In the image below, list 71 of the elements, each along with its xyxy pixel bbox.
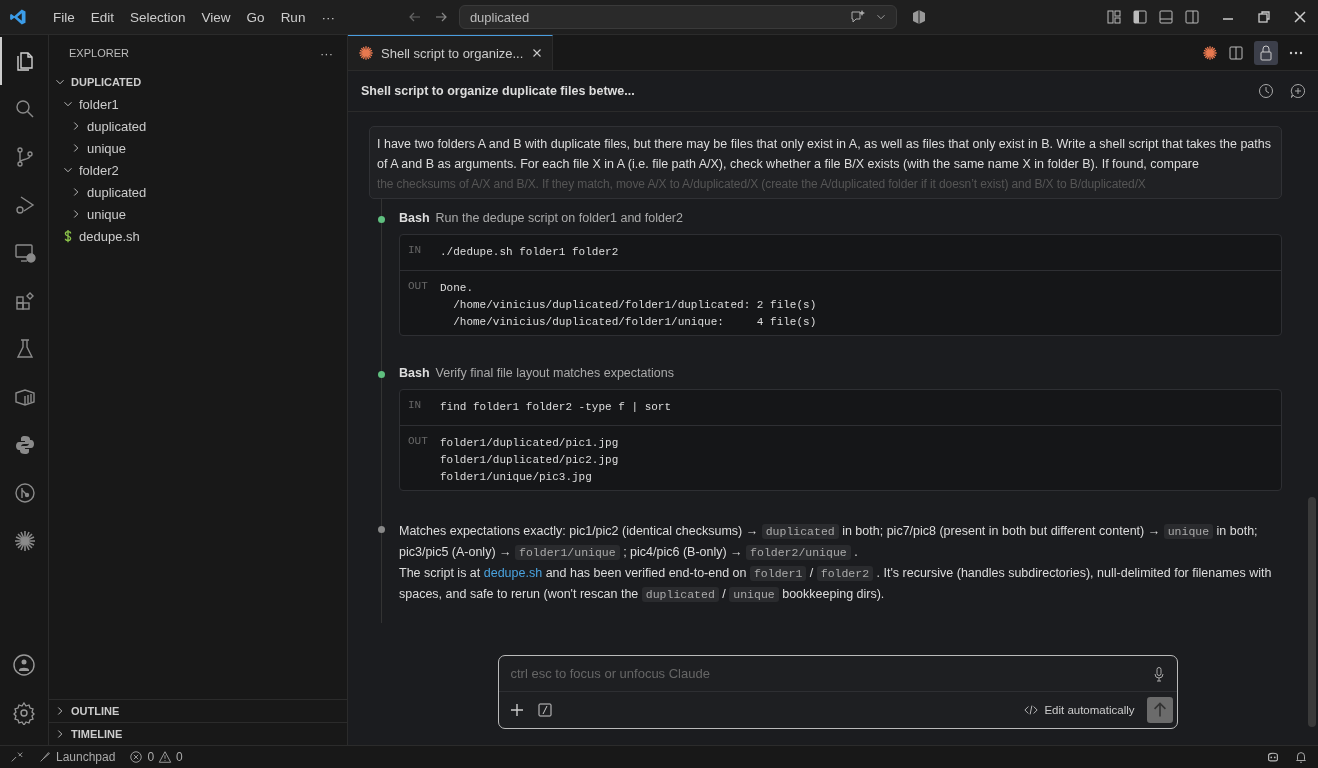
more-actions-button[interactable]: ··· [320, 45, 333, 61]
io-label: IN [408, 399, 423, 413]
error-icon [129, 750, 144, 764]
tree-item[interactable]: unique [49, 203, 347, 225]
secondary-sidebar-icon[interactable] [1184, 9, 1200, 25]
chat-sparkle-icon[interactable] [849, 9, 866, 25]
notifications-icon[interactable] [1294, 750, 1308, 764]
status-dot [378, 216, 385, 223]
menu-item[interactable]: Run [272, 9, 314, 25]
command-text: find folder1 folder2 -type f | sort [440, 400, 672, 415]
editor-tab[interactable]: Shell script to organize... [348, 35, 554, 70]
output-line: folder1/unique/pic3.jpg [440, 470, 593, 485]
spark-icon [358, 45, 374, 61]
file-link[interactable]: dedupe.sh [483, 566, 543, 580]
lock-button[interactable] [1254, 40, 1278, 65]
history-icon[interactable] [1258, 83, 1274, 99]
chat-title: Shell script to organize duplicate files betwe... [361, 84, 636, 98]
scrollbar-thumb[interactable] [1308, 497, 1316, 727]
output-line: folder1/duplicated/pic2.jpg [440, 453, 619, 468]
new-chat-icon[interactable] [1290, 83, 1306, 99]
tree-item[interactable]: duplicated [49, 181, 347, 203]
menu-item[interactable]: File [45, 9, 83, 25]
settings-icon[interactable] [12, 701, 36, 725]
tool-description: Verify final file layout matches expectations [435, 366, 674, 380]
slash-command-icon[interactable] [536, 702, 553, 718]
output-line: /home/vinicius/duplicated/folder1/duplicated: 2 file(s) [452, 298, 817, 313]
tree-root[interactable]: DUPLICATED [49, 71, 347, 93]
layout-icon[interactable] [1106, 9, 1122, 25]
tree-item[interactable]: folder2 [49, 159, 347, 181]
menu-item[interactable]: ··· [313, 9, 343, 25]
tree-item[interactable]: dedupe.sh [49, 225, 347, 247]
command-text: ./dedupe.sh folder1 folder2 [440, 245, 619, 260]
launchpad-button[interactable]: Launchpad [38, 750, 116, 764]
tool-name: Bash [399, 366, 430, 380]
send-button[interactable] [1146, 697, 1173, 723]
io-label: IN [408, 244, 423, 258]
spark-icon[interactable] [1202, 44, 1218, 61]
section-header[interactable]: OUTLINE [49, 699, 347, 722]
status-dot [378, 526, 385, 533]
menu-item[interactable]: Go [238, 9, 273, 25]
tree-item[interactable]: unique [49, 137, 347, 159]
menu-item[interactable]: Edit [82, 9, 123, 25]
tool-description: Run the dedupe script on folder1 and folder2 [435, 211, 683, 225]
close-icon[interactable] [1292, 9, 1308, 25]
explorer-title: EXPLORER [69, 47, 129, 59]
add-icon[interactable] [508, 702, 525, 718]
problems-button[interactable]: 0 0 [129, 750, 183, 764]
tree-item[interactable]: folder1 [49, 93, 347, 115]
status-dot [378, 371, 385, 378]
panel-toggle-icon[interactable] [1158, 9, 1174, 25]
io-label: OUT [408, 435, 429, 449]
menu-item[interactable]: Selection [122, 9, 194, 25]
chat-input[interactable]: ctrl esc to focus or unfocus Claude [508, 664, 1151, 683]
output-line: folder1/duplicated/pic1.jpg [440, 436, 619, 451]
code-icon [1024, 703, 1039, 717]
output-line: Done. [440, 281, 474, 296]
message-paragraph: The script is at dedupe.sh and has been verified end-to-end on folder1 / folder2 . It's recursive (handles subdirectories), null-delimited for filenames with spaces, and safe to rerun (won't rescan the duplicated / unique bookkeeping dirs). [399, 565, 1273, 604]
vscode-logo-icon [9, 8, 27, 26]
search-field[interactable]: duplicated [458, 5, 897, 29]
sidebar-toggle-icon[interactable] [1132, 9, 1148, 25]
tree-item[interactable]: duplicated [49, 115, 347, 137]
tool-name: Bash [399, 211, 430, 225]
output-line: /home/vinicius/duplicated/folder1/unique: 4 file(s) [452, 315, 817, 330]
account-icon[interactable] [12, 653, 36, 677]
menu-item[interactable]: View [193, 9, 239, 25]
io-label: OUT [408, 280, 429, 294]
edit-mode-button[interactable]: Edit automatically [1024, 703, 1135, 717]
message-paragraph: Matches expectations exactly: pic1/pic2 (identical checksums) → duplicated in both; pic7/pic8 (present in both but different content) → unique in both; pic3/pic5 (A-only) → folder1/unique ; pic4/pic6 (B-only) → folder2/unique . [399, 523, 1259, 562]
warning-icon [158, 750, 173, 764]
restore-icon[interactable] [1256, 9, 1272, 25]
split-editor-icon[interactable] [1228, 44, 1244, 61]
